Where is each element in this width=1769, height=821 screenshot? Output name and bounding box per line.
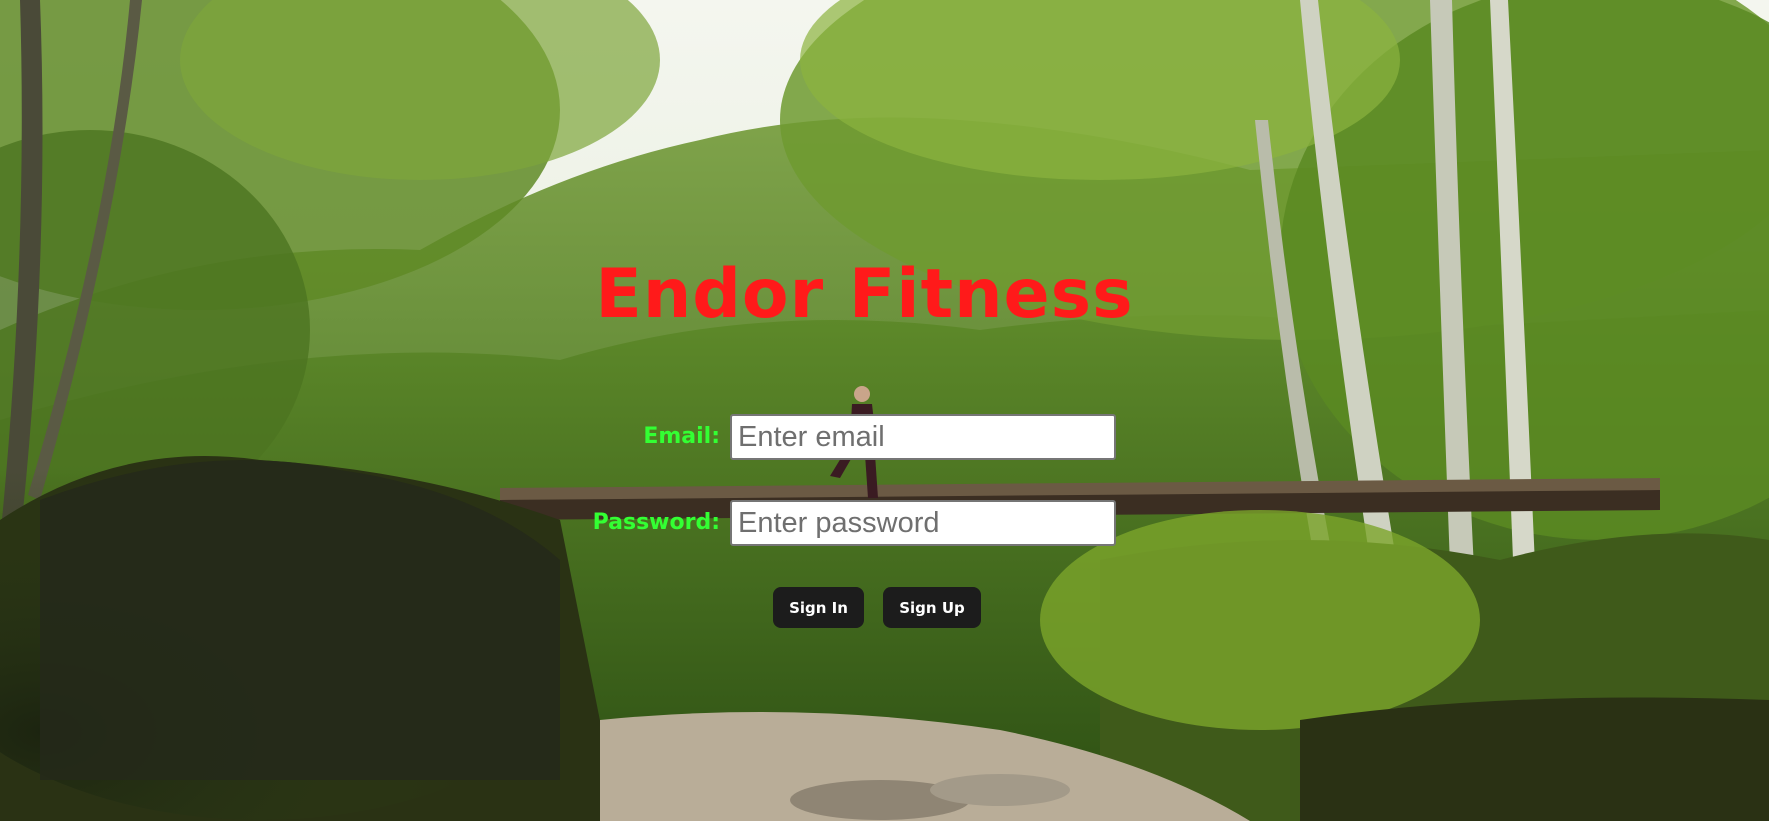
password-input[interactable] (730, 500, 1116, 546)
email-input[interactable] (730, 414, 1116, 460)
sign-up-button[interactable]: Sign Up (883, 587, 981, 628)
app-title: Endor Fitness (595, 255, 1134, 334)
password-row: Password: (0, 500, 1769, 546)
email-row: Email: (0, 414, 1769, 460)
email-label: Email: (643, 424, 720, 449)
password-label: Password: (592, 510, 720, 535)
sign-in-button[interactable]: Sign In (773, 587, 864, 628)
